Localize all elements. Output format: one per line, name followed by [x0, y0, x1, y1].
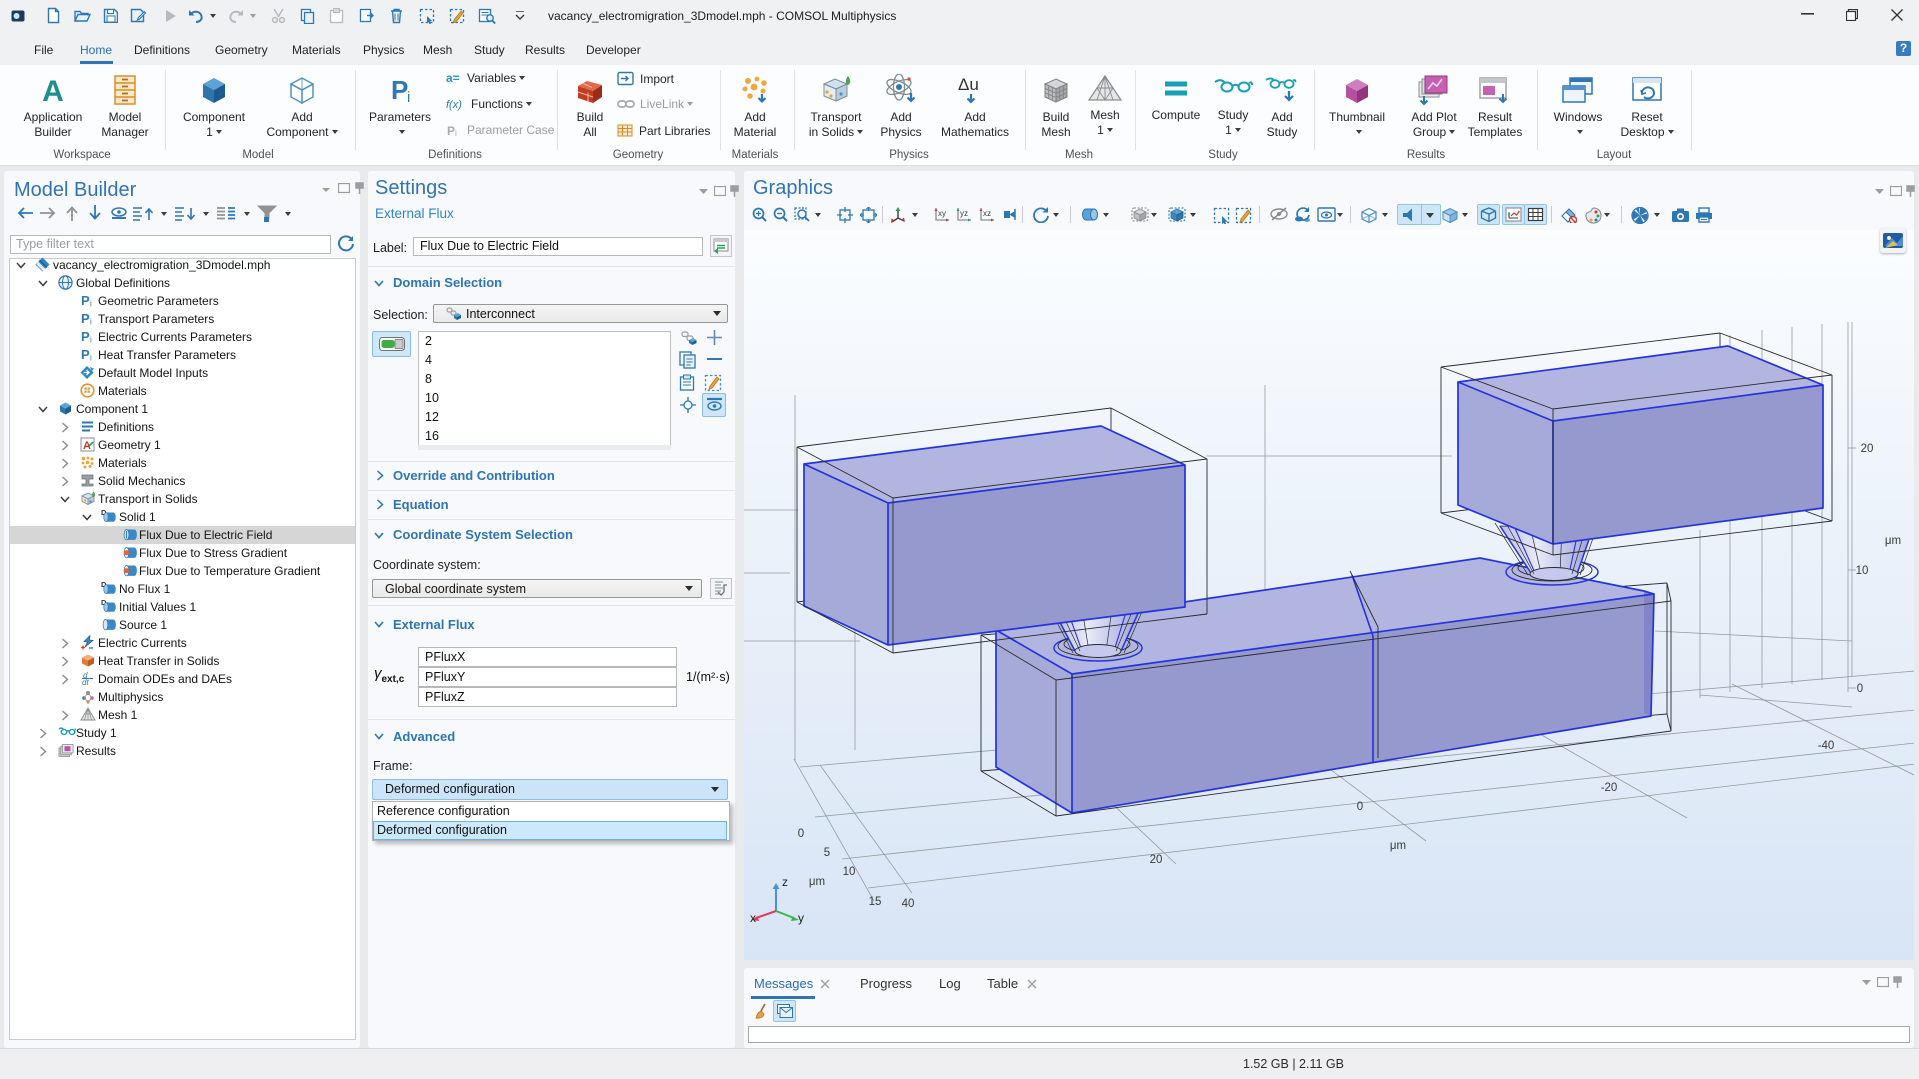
svg-text:-20: -20 — [1601, 782, 1618, 794]
svg-text:Δu: Δu — [958, 75, 979, 94]
svg-text:40: 40 — [902, 898, 915, 910]
svg-text:i: i — [90, 318, 92, 327]
svg-text:i: i — [455, 129, 457, 137]
svg-text:dt: dt — [82, 678, 89, 686]
svg-text:P: P — [391, 75, 408, 105]
svg-text:P: P — [81, 329, 90, 344]
svg-text:P: P — [81, 311, 90, 326]
svg-text:P: P — [81, 347, 90, 362]
svg-text:10: 10 — [1856, 565, 1869, 577]
svg-text:15: 15 — [869, 896, 882, 908]
svg-text:xz: xz — [983, 209, 991, 218]
svg-text:a=: a= — [446, 71, 460, 85]
svg-text:20: 20 — [1861, 443, 1874, 455]
svg-text:f(x): f(x) — [446, 99, 462, 111]
svg-text:P: P — [81, 293, 90, 308]
svg-text:i: i — [90, 336, 92, 345]
svg-text:μm: μm — [809, 876, 825, 888]
svg-text:z: z — [782, 875, 788, 889]
svg-text:i: i — [90, 300, 92, 309]
svg-text:P: P — [447, 124, 455, 137]
svg-text:μm: μm — [1390, 840, 1406, 852]
svg-text:i: i — [407, 89, 410, 106]
svg-text:10: 10 — [843, 866, 856, 878]
svg-text:0: 0 — [1857, 683, 1863, 695]
svg-text:xy: xy — [938, 209, 946, 218]
svg-text:y: y — [798, 911, 804, 925]
svg-text:20: 20 — [1150, 854, 1163, 866]
svg-text:i: i — [90, 354, 92, 363]
svg-text:A: A — [42, 75, 64, 106]
svg-text:0: 0 — [798, 828, 804, 840]
svg-text:x: x — [750, 911, 756, 925]
svg-text:5: 5 — [824, 847, 830, 859]
svg-text:μm: μm — [1885, 535, 1901, 547]
svg-text:yz: yz — [960, 209, 968, 218]
svg-text:0: 0 — [1357, 801, 1363, 813]
svg-text:-40: -40 — [1818, 740, 1835, 752]
